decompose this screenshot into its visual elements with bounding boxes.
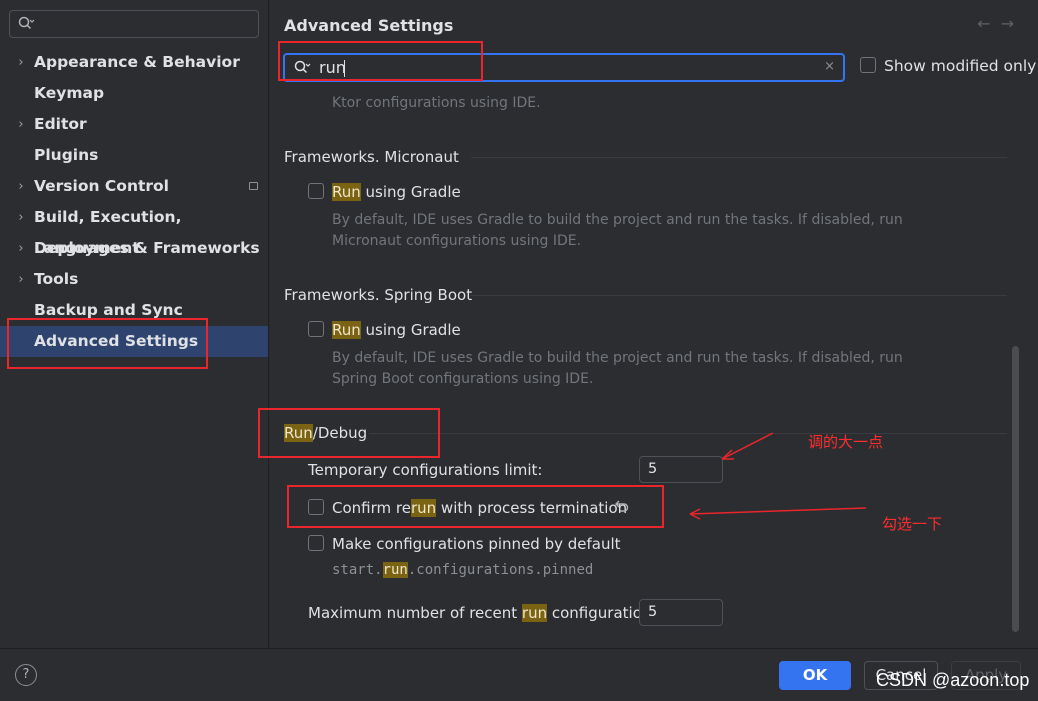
sidebar-item-label: Keymap (34, 84, 105, 102)
pinned-by-default-label: Make configurations pinned by default (332, 535, 621, 553)
page-title: Advanced Settings (284, 16, 454, 35)
sidebar-item-plugins[interactable]: Plugins (0, 140, 268, 171)
micronaut-description-line1: By default, IDE uses Gradle to build the… (332, 212, 903, 228)
sidebar-item-label: Version Control (34, 177, 169, 195)
text-cursor (344, 60, 345, 77)
watermark: CSDN @azoon.top (876, 670, 1030, 690)
settings-sidebar: › Appearance & Behavior Keymap › Editor … (0, 0, 268, 648)
sidebar-item-languages-frameworks[interactable]: › Languages & Frameworks (0, 233, 268, 264)
chevron-right-icon: › (18, 179, 24, 194)
confirm-rerun-checkbox[interactable] (308, 499, 324, 515)
section-title-run-debug: Run/Debug (284, 424, 368, 442)
spring-run-gradle-label: Run using Gradle (332, 321, 461, 339)
history-nav: ←→ (977, 14, 1024, 33)
sidebar-item-label: Backup and Sync (34, 301, 183, 319)
chevron-right-icon: › (18, 241, 24, 256)
sidebar-item-keymap[interactable]: Keymap (0, 78, 268, 109)
pinned-by-default-checkbox[interactable] (308, 535, 324, 551)
project-settings-icon (249, 182, 258, 190)
spring-description-line1: By default, IDE uses Gradle to build the… (332, 350, 903, 366)
section-divider (471, 157, 1007, 158)
micronaut-run-gradle-checkbox[interactable] (308, 183, 324, 199)
section-title-micronaut: Frameworks. Micronaut (284, 148, 459, 166)
forward-arrow-icon[interactable]: → (1001, 14, 1024, 33)
chevron-right-icon: › (18, 117, 24, 132)
sidebar-item-build-execution-deployment[interactable]: › Build, Execution, Deployment (0, 202, 268, 257)
settings-search-input[interactable]: run × (283, 53, 845, 82)
sidebar-item-appearance-behavior[interactable]: › Appearance & Behavior (0, 47, 268, 78)
sidebar-item-tools[interactable]: › Tools (0, 264, 268, 295)
sidebar-item-version-control[interactable]: › Version Control (0, 171, 268, 202)
sidebar-item-backup-sync[interactable]: Backup and Sync (0, 295, 268, 326)
spring-description-line2: Spring Boot configurations using IDE. (332, 371, 594, 387)
max-recent-configs-label: Maximum number of recent run configurati… (308, 604, 665, 622)
temp-config-limit-input[interactable]: 5 (639, 456, 723, 483)
search-value: run (319, 58, 346, 77)
ktor-description-tail: Ktor configurations using IDE. (332, 95, 541, 111)
micronaut-description-line2: Micronaut configurations using IDE. (332, 233, 582, 249)
section-divider (470, 295, 1007, 296)
ok-button[interactable]: OK (779, 661, 851, 690)
help-button[interactable]: ? (15, 664, 37, 686)
chevron-right-icon: › (18, 210, 24, 225)
back-arrow-icon[interactable]: ← (977, 14, 1000, 33)
sidebar-item-label: Languages & Frameworks (34, 239, 260, 257)
spring-run-gradle-checkbox[interactable] (308, 321, 324, 337)
show-modified-label: Show modified only (884, 57, 1037, 75)
sidebar-item-editor[interactable]: › Editor (0, 109, 268, 140)
reset-icon[interactable] (614, 498, 630, 518)
section-title-spring-boot: Frameworks. Spring Boot (284, 286, 473, 304)
show-modified-only-toggle[interactable]: Show modified only (860, 57, 1036, 75)
search-icon (293, 59, 311, 81)
annotation-note-check: 勾选一下 (882, 515, 943, 533)
chevron-right-icon: › (18, 55, 24, 70)
sidebar-item-label: Appearance & Behavior (34, 53, 240, 71)
clear-icon[interactable]: × (824, 59, 835, 74)
confirm-rerun-label: Confirm rerun with process termination (332, 499, 628, 517)
sidebar-item-label: Advanced Settings (34, 332, 199, 350)
sidebar-item-label: Tools (34, 270, 79, 288)
search-icon (17, 15, 35, 37)
pinned-registry-key: start.run.configurations.pinned (332, 562, 594, 578)
advanced-settings-panel: Advanced Settings ←→ run × Show modified… (269, 0, 1038, 648)
max-recent-configs-input[interactable]: 5 (639, 599, 723, 626)
sidebar-item-advanced-settings[interactable]: Advanced Settings (0, 326, 268, 357)
section-divider (369, 433, 1007, 434)
vertical-scrollbar[interactable] (1012, 346, 1019, 632)
temp-config-limit-label: Temporary configurations limit: (308, 461, 543, 479)
micronaut-run-gradle-label: Run using Gradle (332, 183, 461, 201)
chevron-right-icon: › (18, 272, 24, 287)
show-modified-checkbox[interactable] (860, 57, 876, 73)
sidebar-nav: › Appearance & Behavior Keymap › Editor … (0, 47, 268, 357)
sidebar-item-label: Editor (34, 115, 87, 133)
sidebar-search-input[interactable] (9, 10, 259, 38)
sidebar-item-label: Plugins (34, 146, 99, 164)
annotation-note-increase: 调的大一点 (808, 433, 884, 451)
